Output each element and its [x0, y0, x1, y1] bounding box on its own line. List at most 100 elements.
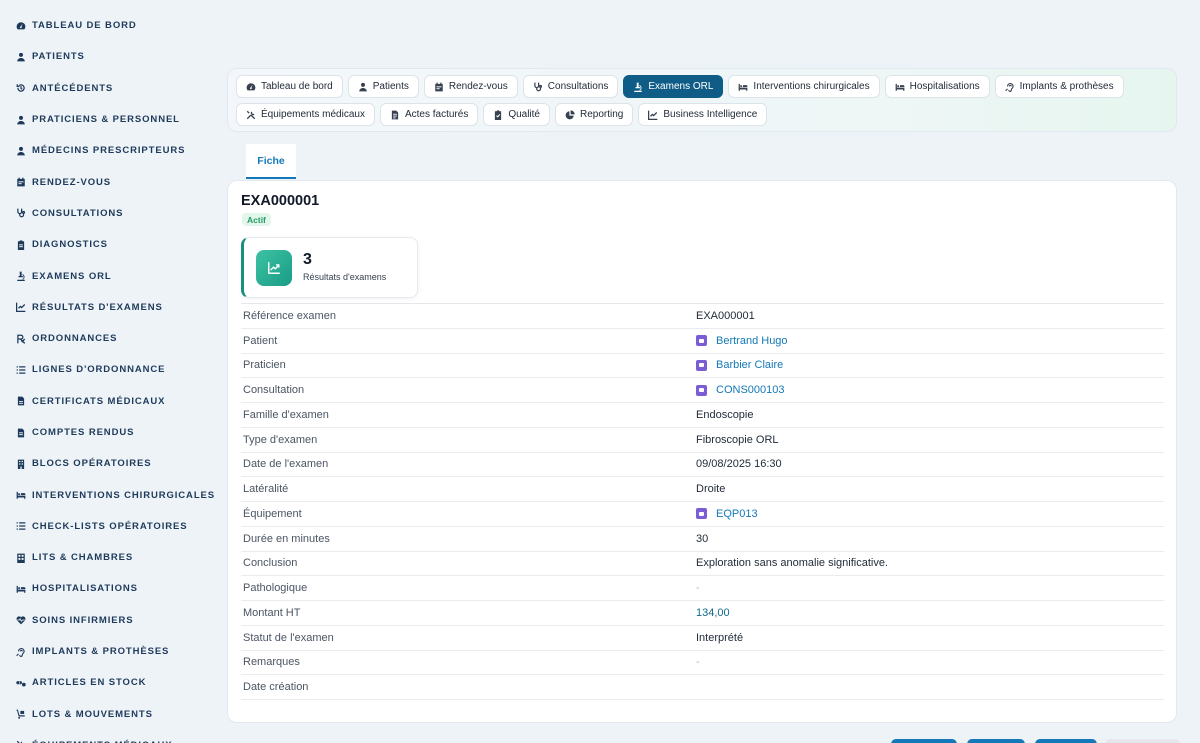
user-doctor-icon [16, 115, 26, 125]
detail-label: Patient [243, 334, 278, 347]
sidebar-item-praticiens-personnel[interactable]: PRATICIENS & PERSONNEL [0, 104, 200, 135]
toolbar-button-qualité[interactable]: Qualité [483, 103, 550, 126]
sidebar-item-lots-mouvements[interactable]: LOTS & MOUVEMENTS [0, 699, 200, 730]
action-button[interactable] [1035, 739, 1097, 743]
sidebar-item-label: RENDEZ-VOUS [32, 176, 112, 188]
sidebar-item-consultations[interactable]: CONSULTATIONS [0, 198, 200, 229]
sidebar-item-interventions-chirurgicales[interactable]: INTERVENTIONS CHIRURGICALES [0, 479, 214, 510]
toolbar-button-consultations[interactable]: Consultations [522, 75, 619, 98]
toolbar-button-label: Implants & prothèses [1019, 81, 1114, 92]
detail-row: Famille d'examen Endoscopie [241, 403, 1164, 428]
toolbar-button-reporting[interactable]: Reporting [555, 103, 634, 126]
toolbar-button-interventions-chirurgicales[interactable]: Interventions chirurgicales [728, 75, 880, 98]
detail-label: Conclusion [243, 557, 298, 570]
sidebar-item-médecins-prescripteurs[interactable]: MÉDECINS PRESCRIPTEURS [0, 135, 200, 166]
detail-row: Latéralité Droite [241, 477, 1164, 502]
calendar-icon [16, 177, 26, 187]
detail-label: Équipement [243, 507, 302, 520]
action-button[interactable] [967, 739, 1025, 743]
user-md-icon [16, 146, 26, 156]
detail-link[interactable]: CONS000103 [696, 384, 785, 396]
toolbar-button-examens-orl[interactable]: Examens ORL [623, 75, 724, 98]
toolbar-row: Tableau de bord Patients Rendez-vous Consul… [236, 75, 1168, 98]
record-link-icon [696, 335, 707, 347]
calendar-icon [434, 82, 444, 92]
sidebar-item-résultats-d-examens[interactable]: RÉSULTATS D'EXAMENS [0, 292, 200, 323]
toolbar-button-business-intelligence[interactable]: Business Intelligence [638, 103, 768, 126]
detail-link[interactable]: EQP013 [696, 508, 758, 520]
detail-value-text: Bertrand Hugo [716, 334, 788, 347]
sidebar-item-lignes-d-ordonnance[interactable]: LIGNES D'ORDONNANCE [0, 354, 200, 385]
stethoscope-icon [16, 208, 26, 218]
sidebar-item-examens-orl[interactable]: EXAMENS ORL [0, 260, 200, 291]
sidebar-item-label: HOSPITALISATIONS [32, 583, 138, 595]
action-button[interactable] [891, 739, 957, 743]
sidebar-item-articles-en-stock[interactable]: ARTICLES EN STOCK [0, 667, 200, 698]
ear-icon [16, 647, 26, 657]
bed-icon [16, 584, 26, 594]
toolbar-button-patients[interactable]: Patients [347, 75, 419, 98]
sidebar-item-implants-prothèses[interactable]: IMPLANTS & PROTHÈSES [0, 636, 200, 667]
sidebar-item-label: IMPLANTS & PROTHÈSES [32, 646, 170, 658]
detail-label: Date création [243, 681, 309, 694]
sidebar-item-label: MÉDECINS PRESCRIPTEURS [32, 145, 186, 157]
sidebar-item-label: LITS & CHAMBRES [32, 552, 134, 564]
stat-card-results[interactable]: 3 Résultats d'examens [241, 237, 418, 298]
toolbar-button-actes-facturés[interactable]: Actes facturés [379, 103, 479, 126]
toolbar-button-label: Rendez-vous [448, 81, 508, 92]
bed-icon [895, 82, 905, 92]
detail-value-text: Endoscopie [696, 408, 754, 421]
sidebar-item-ordonnances[interactable]: ORDONNANCES [0, 323, 200, 354]
sidebar-item-label: PRATICIENS & PERSONNEL [32, 114, 180, 126]
sidebar-item-antécédents[interactable]: ANTÉCÉDENTS [0, 73, 200, 104]
sidebar-item-label: CONSULTATIONS [32, 207, 124, 219]
tab-fiche[interactable]: Fiche [246, 144, 296, 179]
chart-line-icon [648, 110, 658, 120]
sidebar-item-blocs-opératoires[interactable]: BLOCS OPÉRATOIRES [0, 448, 200, 479]
detail-label: Pathologique [243, 582, 308, 595]
detail-label: Remarques [243, 656, 300, 669]
sidebar-item-comptes-rendus[interactable]: COMPTES RENDUS [0, 417, 200, 448]
toolbar-button-label: Hospitalisations [909, 81, 980, 92]
detail-label: Date de l'examen [243, 458, 329, 471]
sidebar-item-certificats-médicaux[interactable]: CERTIFICATS MÉDICAUX [0, 386, 200, 417]
toolbar-button-tableau-de-bord[interactable]: Tableau de bord [236, 75, 343, 98]
sidebar-item-label: EXAMENS ORL [32, 270, 112, 282]
sidebar-item-label: LIGNES D'ORDONNANCE [32, 364, 166, 376]
detail-row: Type d'examen Fibroscopie ORL [241, 428, 1164, 453]
gauge-icon [246, 82, 256, 92]
toolbar-button-label: Actes facturés [404, 109, 469, 120]
sidebar-item-patients[interactable]: PATIENTS [0, 41, 200, 72]
detail-value-text: Droite [696, 483, 726, 496]
toolbar-button-label: Qualité [508, 109, 540, 120]
sidebar-item-soins-infirmiers[interactable]: SOINS INFIRMIERS [0, 605, 200, 636]
detail-link[interactable]: Bertrand Hugo [696, 335, 788, 347]
action-button[interactable] [1105, 739, 1180, 743]
status-badge: Actif [242, 213, 271, 226]
toolbar-button-hospitalisations[interactable]: Hospitalisations [884, 75, 990, 98]
detail-value-text: 30 [696, 532, 709, 545]
sidebar-item-diagnostics[interactable]: DIAGNOSTICS [0, 229, 200, 260]
detail-value: Interprété [696, 632, 743, 644]
sidebar-item-lits-chambres[interactable]: LITS & CHAMBRES [0, 542, 200, 573]
detail-link[interactable]: Barbier Claire [696, 359, 783, 371]
toolbar-button-label: Interventions chirurgicales [753, 81, 870, 92]
chart-line-icon [16, 302, 26, 313]
toolbar-button-équipements-médicaux[interactable]: Équipements médicaux [236, 103, 375, 126]
detail-value: - [696, 656, 700, 668]
detail-value-text: CONS000103 [716, 384, 785, 397]
toolbar-button-implants-prothèses[interactable]: Implants & prothèses [994, 75, 1124, 98]
list-icon [16, 365, 26, 375]
detail-table: Référence examen EXA000001 Patient Bertrand… [241, 303, 1164, 700]
heart-pulse-icon [16, 615, 26, 625]
sidebar-item-rendez-vous[interactable]: RENDEZ-VOUS [0, 166, 200, 197]
toolbar-button-rendez-vous[interactable]: Rendez-vous [423, 75, 518, 98]
sidebar-item-check-lists-opératoires[interactable]: CHECK-LISTS OPÉRATOIRES [0, 511, 200, 542]
detail-value: Exploration sans anomalie significative. [696, 557, 888, 569]
record-link-icon [696, 384, 707, 396]
sidebar-item-tableau-de-bord[interactable]: TABLEAU DE BORD [0, 10, 200, 41]
detail-row: Durée en minutes 30 [241, 527, 1164, 552]
sidebar-item-label: ARTICLES EN STOCK [32, 677, 147, 689]
sidebar-item-hospitalisations[interactable]: HOSPITALISATIONS [0, 573, 200, 604]
sidebar-item-équipements-médicaux[interactable]: ÉQUIPEMENTS MÉDICAUX [0, 730, 200, 743]
